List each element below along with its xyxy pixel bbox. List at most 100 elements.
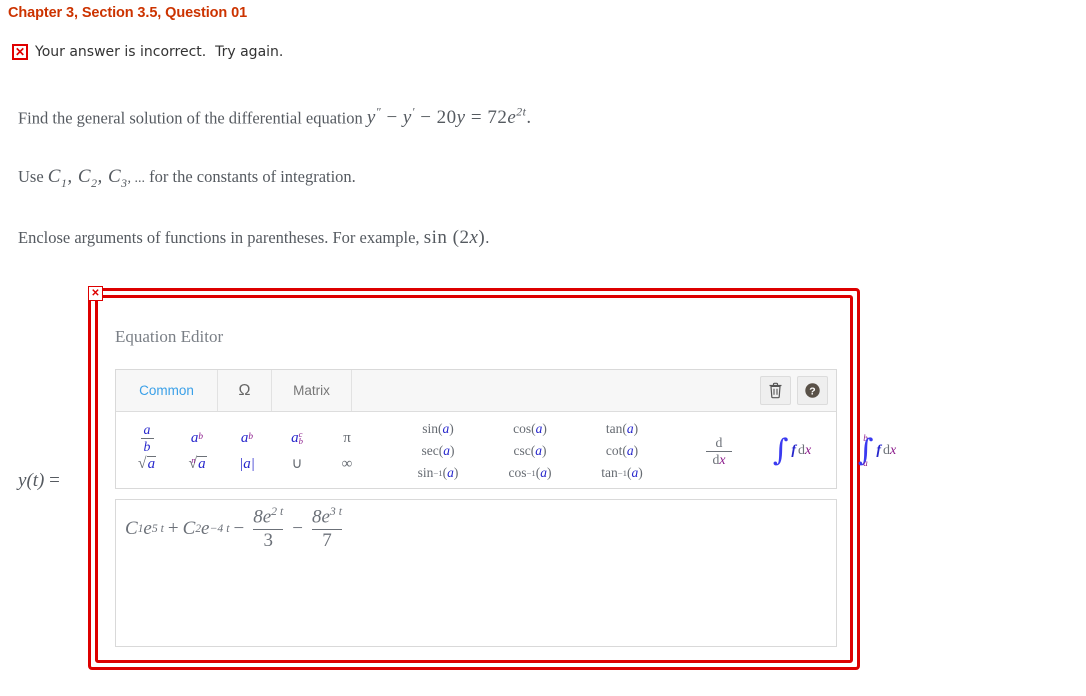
eq-period: .	[526, 107, 532, 129]
arctan-button[interactable]: tan −1(a)	[576, 462, 668, 484]
absolute-value-button[interactable]: | a |	[222, 451, 272, 477]
answer-label: y(t) =	[18, 470, 60, 492]
eq-single-prime: ′	[411, 106, 415, 119]
nthroot-radicand: a	[197, 456, 207, 472]
integral-symbol: ∫	[772, 433, 789, 468]
tab-common[interactable]: Common	[116, 370, 218, 411]
sec-button[interactable]: sec(a)	[392, 440, 484, 462]
equation-editor-toolbar: Common Ω Matrix ? a b a b a b a c b π √ …	[115, 369, 896, 489]
tab-bar: Common Ω Matrix ?	[116, 370, 836, 412]
answer-frac1-num: 8e2 t	[253, 505, 284, 528]
eq-rhs-coefficient: 72	[487, 107, 508, 129]
palette-trig-row-2: sec(a) csc(a) cot(a)	[392, 440, 668, 462]
definite-integral-button[interactable]: b ∫ a f dx	[834, 421, 920, 481]
feedback-text: Your answer is incorrect. Try again.	[35, 44, 284, 60]
answer-fraction-2: 8e3 t 7	[311, 505, 343, 552]
equation-editor-title: Equation Editor	[115, 327, 224, 346]
palette-row-1: ab ab ab acb π	[122, 422, 372, 453]
answer-minus-1: −	[233, 518, 245, 540]
pi-button[interactable]: π	[322, 425, 372, 451]
union-button[interactable]: ∪	[272, 451, 322, 477]
arctan-arg: a	[631, 465, 639, 481]
superscript-exponent: b	[198, 432, 204, 443]
answer-c1: C	[125, 518, 138, 540]
sub-sup-button[interactable]: acb	[272, 425, 322, 451]
definite-integral-d: d	[883, 443, 891, 458]
constants-ellipsis: , ...	[127, 171, 146, 186]
derivative-button[interactable]: d dx	[688, 421, 750, 481]
tab-omega[interactable]: Ω	[218, 370, 272, 411]
subsup-base: a	[291, 429, 299, 446]
eq-y-single: y	[402, 107, 412, 129]
differential-equation: y″ − y′ − 20y = 72e2t.	[366, 106, 532, 129]
problem-line-1-text: Find the general solution of the differe…	[18, 108, 363, 128]
equation-editor-body: Equation Editor Common Ω Matrix ? a b a …	[109, 309, 896, 649]
derivative-den-x: x	[719, 451, 726, 467]
answer-minus-2: −	[292, 518, 303, 540]
arcsin-arg: a	[447, 465, 454, 481]
square-root-button[interactable]: √ a	[122, 451, 172, 477]
sin-label: sin	[422, 421, 438, 437]
definite-integral-lower-limit: a	[863, 458, 868, 468]
example-function-name: sin	[423, 227, 448, 248]
problem-line-3: Enclose arguments of functions in parent…	[18, 227, 489, 249]
tab-matrix[interactable]: Matrix	[272, 370, 352, 411]
integral-x: x	[805, 443, 812, 458]
example-arg-number: 2	[459, 227, 470, 248]
problem-line-3-suffix: .	[485, 228, 490, 247]
palette-group-calculus: d dx ∫ f dx b ∫ a f dx	[688, 418, 920, 484]
problem-line-2-prefix: Use	[18, 167, 44, 186]
sin-arg: a	[442, 421, 450, 437]
subsup-sub: b	[298, 436, 303, 446]
close-icon[interactable]: ✕	[88, 286, 103, 301]
tan-arg: a	[626, 421, 634, 437]
eq-equals: =	[470, 107, 483, 129]
subscript-index: b	[248, 432, 254, 443]
constant-c1: C	[47, 166, 61, 187]
csc-button[interactable]: csc(a)	[484, 440, 576, 462]
subscript-base: a	[240, 429, 249, 446]
subscript-button[interactable]: ab	[222, 425, 272, 451]
answer-e2: e	[201, 518, 210, 540]
arccos-inverse: −1	[526, 467, 536, 478]
trash-icon[interactable]	[760, 376, 791, 405]
superscript-base: a	[190, 429, 199, 446]
eq-y-double: y	[366, 107, 376, 129]
equation-editor-panel: Equation Editor Common Ω Matrix ? a b a …	[88, 288, 896, 670]
problem-line-3-prefix: Enclose arguments of functions in parent…	[18, 228, 420, 247]
indefinite-integral-button[interactable]: ∫ f dx	[750, 421, 834, 481]
sin-button[interactable]: sin(a)	[392, 418, 484, 440]
cos-button[interactable]: cos(a)	[484, 418, 576, 440]
answer-frac1-coef: 8	[253, 506, 263, 528]
cot-button[interactable]: cot(a)	[576, 440, 668, 462]
answer-label-equals: =	[49, 470, 60, 491]
infinity-button[interactable]: ∞	[322, 451, 372, 477]
answer-frac2-num: 8e3 t	[312, 505, 342, 528]
arccos-arg: a	[540, 465, 548, 481]
feedback-banner: ✕ Your answer is incorrect. Try again.	[12, 44, 283, 60]
answer-label-paren-close: )	[38, 470, 45, 491]
integral-d: d	[798, 443, 806, 458]
palette-group-basic: ab ab ab acb π √ a n √ a | a | ∪ ∞	[122, 418, 372, 484]
cos-arg: a	[535, 421, 543, 437]
arcsin-label: sin	[417, 465, 434, 481]
answer-input[interactable]: C1e5 t + C 2 e −4 t − 8e2 t 3 − 8e3 t 7	[115, 499, 837, 647]
help-icon[interactable]: ?	[797, 376, 828, 405]
eq-minus-1: −	[386, 107, 398, 129]
answer-c2: C	[182, 518, 196, 540]
definite-integral-x: x	[890, 443, 897, 458]
fraction-button[interactable]: ab	[122, 422, 172, 453]
definite-integral-f: f	[876, 443, 882, 458]
csc-arg: a	[535, 443, 542, 459]
arcsin-button[interactable]: sin −1(a)	[392, 462, 484, 484]
constant-c2: C	[77, 166, 92, 187]
nth-root-button[interactable]: n √ a	[172, 451, 222, 477]
arccos-button[interactable]: cos −1(a)	[484, 462, 576, 484]
tan-button[interactable]: tan(a)	[576, 418, 668, 440]
derivative-numerator: d	[715, 434, 723, 450]
integral-f: f	[791, 443, 797, 458]
problem-line-2: Use C1, C2, C3, ... for the constants of…	[18, 166, 356, 191]
answer-frac1-exp: 2 t	[271, 505, 284, 518]
sec-label: sec	[421, 443, 439, 459]
superscript-button[interactable]: ab	[172, 425, 222, 451]
